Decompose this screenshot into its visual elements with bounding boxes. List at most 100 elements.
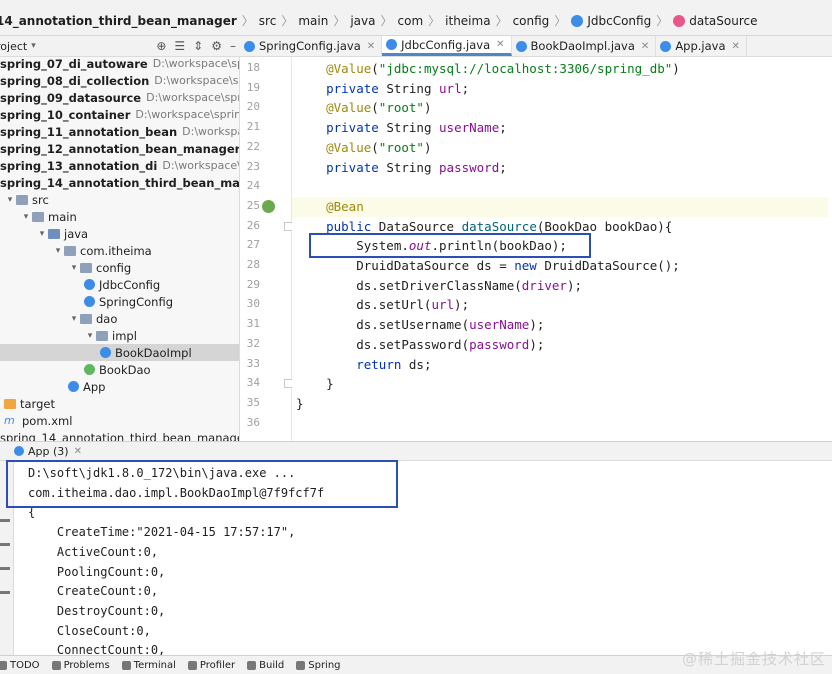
tree-item[interactable]: BookDaoImpl: [0, 344, 239, 361]
tree-item[interactable]: SpringConfig: [0, 293, 239, 310]
class-icon: [84, 279, 95, 290]
tree-item[interactable]: App: [0, 378, 239, 395]
project-panel-title[interactable]: roject: [0, 40, 27, 53]
line-number[interactable]: 35: [240, 396, 260, 409]
close-icon[interactable]: ✕: [496, 39, 504, 50]
tree-item[interactable]: ▾ com.itheima: [0, 242, 239, 259]
tree-item[interactable]: target: [0, 395, 239, 412]
line-number[interactable]: 28: [240, 258, 260, 271]
chevron-down-icon[interactable]: ▾: [68, 263, 80, 273]
statusbar-problems[interactable]: Problems: [51, 660, 110, 671]
line-number[interactable]: 34: [240, 376, 260, 389]
close-icon[interactable]: ✕: [367, 41, 375, 52]
statusbar-todo[interactable]: TODO: [0, 660, 40, 671]
print-icon[interactable]: [0, 567, 10, 570]
tree-item[interactable]: ▾ src: [0, 191, 239, 208]
terminal-icon: [121, 660, 131, 670]
chevron-down-icon[interactable]: ▾: [84, 331, 96, 341]
code-line: DruidDataSource ds = new DruidDataSource…: [296, 256, 680, 276]
tree-item[interactable]: spring_11_annotation_bean D:\workspace\s: [0, 123, 239, 140]
watermark: @稀土掘金技术社区: [681, 650, 826, 668]
line-number[interactable]: 24: [240, 179, 260, 192]
breadcrumb-item[interactable]: 14_annotation_third_bean_manager: [0, 14, 240, 28]
breadcrumb-item[interactable]: java: [347, 14, 378, 28]
line-number[interactable]: 22: [240, 140, 260, 153]
tree-item[interactable]: ▾ java: [0, 225, 239, 242]
minimize-icon[interactable]: –: [230, 39, 236, 53]
tree-item-label: spring_09_datasource: [0, 90, 142, 105]
breadcrumb-item[interactable]: com: [395, 14, 427, 28]
line-number[interactable]: 36: [240, 416, 260, 429]
tree-item-path: D:\workspace\spri: [162, 159, 239, 172]
chevron-down-icon[interactable]: ▾: [31, 41, 36, 51]
tab-app-java[interactable]: App.java ✕: [656, 36, 747, 56]
tree-item[interactable]: spring_10_container D:\workspace\spring\s…: [0, 106, 239, 123]
line-number[interactable]: 18: [240, 61, 260, 74]
breadcrumb-item[interactable]: dataSource: [670, 14, 760, 28]
tree-item[interactable]: ▾ config: [0, 259, 239, 276]
tree-item[interactable]: ▾ main: [0, 208, 239, 225]
wrap-icon[interactable]: [0, 519, 10, 522]
tree-item[interactable]: spring_07_di_autoware D:\workspace\spring: [0, 57, 239, 72]
breadcrumb-item[interactable]: itheima: [442, 14, 493, 28]
statusbar-spring[interactable]: Spring: [296, 660, 341, 671]
tree-item[interactable]: ▾ dao: [0, 310, 239, 327]
line-number[interactable]: 33: [240, 357, 260, 370]
expand-all-icon[interactable]: ⇕: [193, 39, 203, 53]
target-icon[interactable]: ⊕: [156, 39, 166, 53]
code-token: private: [326, 120, 387, 136]
chevron-down-icon[interactable]: ▾: [4, 195, 16, 205]
line-number[interactable]: 21: [240, 120, 260, 133]
close-icon[interactable]: ✕: [732, 41, 740, 52]
run-tab[interactable]: App (3) ✕: [14, 445, 82, 458]
close-icon[interactable]: ✕: [74, 446, 82, 457]
line-number[interactable]: 31: [240, 317, 260, 330]
scroll-to-end-icon[interactable]: [0, 543, 10, 546]
breadcrumb-item[interactable]: config: [510, 14, 553, 28]
tree-item[interactable]: spring_13_annotation_di D:\workspace\spri: [0, 157, 239, 174]
line-number[interactable]: 29: [240, 278, 260, 291]
breadcrumb-item[interactable]: JdbcConfig: [568, 14, 654, 28]
tree-item[interactable]: BookDao: [0, 361, 239, 378]
chevron-down-icon[interactable]: ▾: [52, 246, 64, 256]
statusbar-profiler[interactable]: Profiler: [187, 660, 235, 671]
line-number[interactable]: 26: [240, 219, 260, 232]
line-number[interactable]: 25: [240, 199, 260, 212]
trash-icon[interactable]: [0, 591, 10, 594]
spring-bean-icon[interactable]: [262, 199, 275, 213]
code-token: );: [529, 336, 545, 352]
tab-bookdaoimpl-java[interactable]: BookDaoImpl.java ✕: [512, 36, 657, 56]
line-number[interactable]: 27: [240, 238, 260, 251]
chevron-down-icon[interactable]: ▾: [68, 314, 80, 324]
code-token: ds.setUsername(: [296, 317, 470, 333]
line-number[interactable]: 23: [240, 160, 260, 173]
package-icon: [96, 330, 108, 341]
statusbar-terminal[interactable]: Terminal: [121, 660, 176, 671]
chevron-down-icon[interactable]: ▾: [36, 229, 48, 239]
breadcrumb-item[interactable]: src: [256, 14, 280, 28]
collapse-all-icon[interactable]: ☰: [174, 39, 185, 53]
chevron-down-icon[interactable]: ▾: [20, 212, 32, 222]
line-number[interactable]: 20: [240, 100, 260, 113]
gear-icon[interactable]: ⚙: [211, 39, 222, 53]
tree-item[interactable]: spring_09_datasource D:\workspace\spring\: [0, 89, 239, 106]
tab-springconfig-java[interactable]: SpringConfig.java ✕: [240, 36, 383, 56]
statusbar-build[interactable]: Build: [247, 660, 284, 671]
close-icon[interactable]: ✕: [641, 41, 649, 52]
line-number[interactable]: 32: [240, 337, 260, 350]
breadcrumb-item[interactable]: main: [295, 14, 331, 28]
tree-item[interactable]: spring_12_annotation_bean_managerD:\wo: [0, 140, 239, 157]
tree-item[interactable]: m pom.xml: [0, 412, 239, 429]
tree-item[interactable]: JdbcConfig: [0, 276, 239, 293]
line-number[interactable]: 19: [240, 81, 260, 94]
tree-item[interactable]: spring_08_di_collection D:\workspace\spri…: [0, 72, 239, 89]
line-number[interactable]: 30: [240, 297, 260, 310]
tree-item[interactable]: spring_14_annotation_third_bean_manager: [0, 174, 239, 191]
tab-jdbcconfig-java[interactable]: JdbcConfig.java ✕: [382, 36, 512, 56]
code-line: }: [296, 374, 334, 394]
breadcrumb-label: itheima: [445, 13, 491, 28]
tree-item-label: impl: [112, 328, 137, 343]
tree-item[interactable]: ▾ impl: [0, 327, 239, 344]
